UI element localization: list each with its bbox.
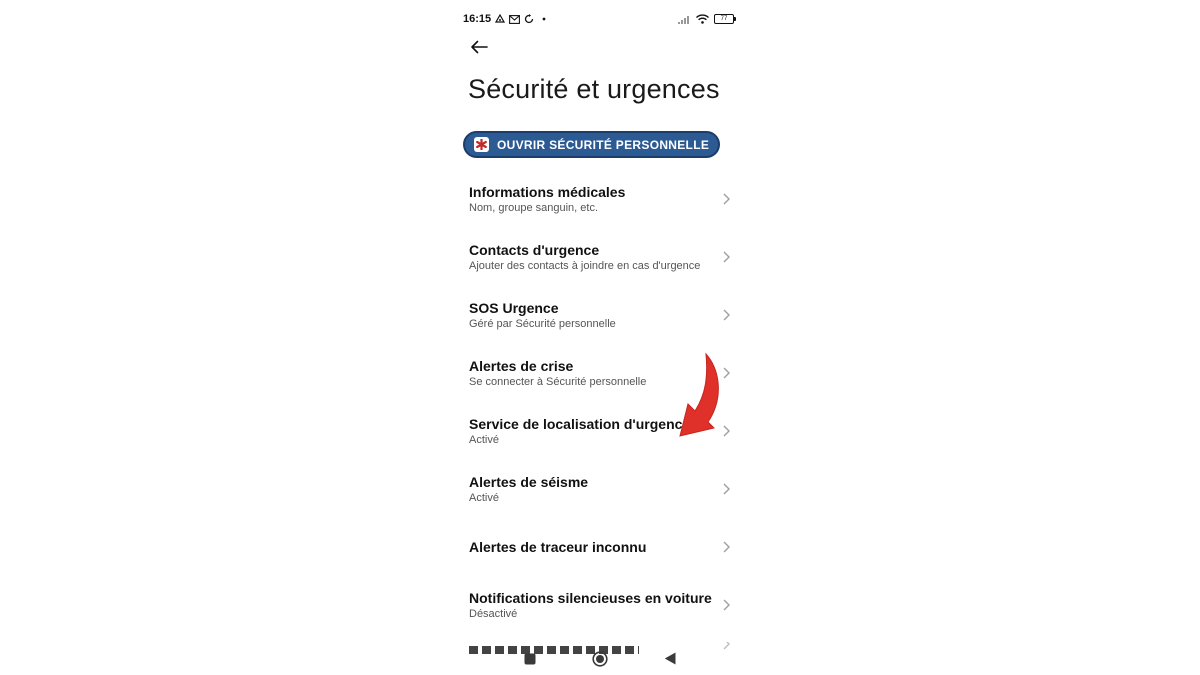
personal-safety-app-icon (474, 137, 489, 152)
battery-icon: 77 (714, 14, 736, 24)
chevron-right-icon (720, 541, 732, 553)
arrow-left-icon (470, 40, 488, 59)
chevron-right-icon (720, 483, 732, 495)
recents-square-icon[interactable] (521, 650, 539, 668)
status-bar: 16:15 77 (463, 10, 736, 28)
vpn-icon (495, 14, 506, 24)
chevron-right-icon (720, 193, 732, 205)
list-item-silent-driving-notifications[interactable]: Notifications silencieuses en voiture Dé… (452, 576, 748, 634)
list-item-unknown-tracker-alerts[interactable]: Alertes de traceur inconnu (452, 518, 748, 576)
item-title: Contacts d'urgence (469, 241, 600, 258)
status-time: 16:15 (463, 13, 492, 25)
navigation-bar (452, 642, 748, 675)
list-item-emergency-contacts[interactable]: Contacts d'urgence Ajouter des contacts … (452, 228, 748, 286)
list-item-sos-emergency[interactable]: SOS Urgence Géré par Sécurité personnell… (452, 286, 748, 344)
list-item-earthquake-alerts[interactable]: Alertes de séisme Activé (452, 460, 748, 518)
dot-icon (542, 17, 546, 21)
item-subtitle: Nom, groupe sanguin, etc. (469, 201, 599, 214)
item-subtitle: Activé (469, 491, 499, 504)
page-title: Sécurité et urgences (468, 74, 720, 104)
item-title: SOS Urgence (469, 299, 559, 316)
status-right: 77 (678, 14, 736, 24)
red-arrow-annotation-icon (679, 352, 719, 437)
open-personal-safety-button[interactable]: OUVRIR SÉCURITÉ PERSONNELLE (463, 131, 721, 158)
item-title: Informations médicales (469, 183, 626, 200)
item-title: Alertes de séisme (469, 473, 589, 490)
list-bottom-edge (452, 628, 748, 642)
item-subtitle: Désactivé (469, 607, 518, 620)
battery-level: 77 (720, 16, 728, 22)
open-personal-safety-label: OUVRIR SÉCURITÉ PERSONNELLE (497, 137, 710, 152)
chevron-right-icon (720, 309, 732, 321)
mail-icon (509, 14, 521, 24)
sync-icon (524, 14, 534, 24)
chevron-right-icon (720, 599, 732, 611)
item-subtitle: Ajouter des contacts à joindre en cas d'… (469, 259, 701, 272)
item-subtitle: Géré par Sécurité personnelle (469, 317, 616, 330)
item-title: Alertes de traceur inconnu (469, 539, 647, 555)
status-left: 16:15 (463, 13, 546, 25)
chevron-right-icon (720, 251, 732, 263)
wifi-icon (696, 14, 709, 24)
list-item-medical-info[interactable]: Informations médicales Nom, groupe sangu… (452, 170, 748, 228)
item-title: Notifications silencieuses en voiture (469, 589, 712, 606)
signal-icon (678, 15, 691, 24)
home-circle-icon[interactable] (591, 650, 609, 668)
back-button[interactable] (468, 38, 490, 60)
back-triangle-icon[interactable] (661, 650, 679, 668)
phone-screen: 16:15 77 Sécurité et urgences OUVRIR SÉC… (452, 0, 748, 675)
